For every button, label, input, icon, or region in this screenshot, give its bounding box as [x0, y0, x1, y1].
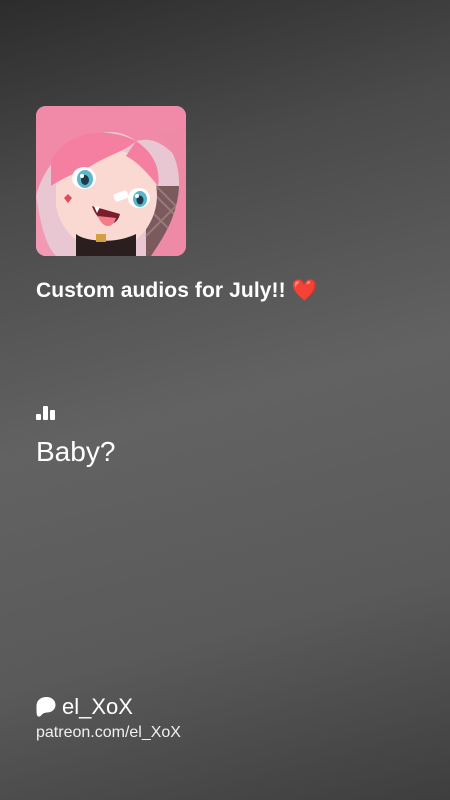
creator-url[interactable]: patreon.com/el_XoX	[36, 724, 181, 742]
post-title: Custom audios for July!! ❤️	[36, 279, 318, 302]
audio-bars-icon	[36, 404, 56, 420]
patreon-icon	[36, 697, 56, 717]
audio-title: Baby?	[36, 436, 116, 467]
post-cover-image	[36, 106, 186, 256]
creator-name: el_XoX	[62, 694, 133, 719]
creator-link[interactable]: el_XoX	[36, 694, 133, 720]
